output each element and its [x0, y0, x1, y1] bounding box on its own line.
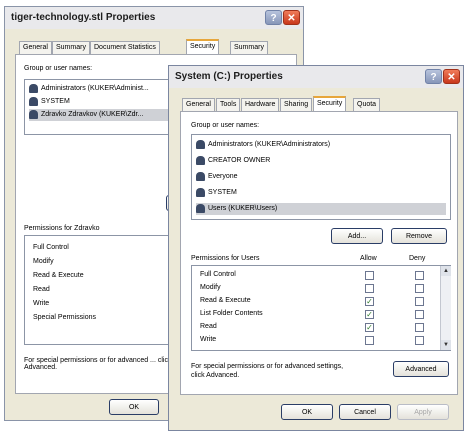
back-tab-security[interactable]: Security [186, 39, 220, 54]
back-permission-name: Special Permissions [33, 314, 97, 321]
front-title-bar[interactable]: System (C:) Properties ? ✕ [169, 66, 463, 88]
deny-checkbox-modify[interactable] [415, 284, 424, 293]
permission-name: Read [200, 323, 217, 330]
deny-checkbox-list-folder[interactable] [415, 310, 424, 319]
advanced-note-line2: click Advanced. [191, 372, 240, 379]
back-user-name: Administrators (KUKER\Administ... [41, 85, 149, 92]
deny-checkbox-read[interactable] [415, 323, 424, 332]
allow-checkbox-write[interactable] [365, 336, 374, 345]
list-item[interactable]: CREATOR OWNER [196, 155, 446, 167]
permission-name: Full Control [200, 271, 236, 278]
back-ok-button[interactable]: OK [109, 399, 159, 415]
front-user-name: Users (KUKER\Users) [208, 205, 278, 212]
front-window-title: System (C:) Properties [175, 71, 283, 82]
deny-checkbox-full-control[interactable] [415, 271, 424, 280]
permission-name: Read & Execute [200, 297, 251, 304]
front-user-name: SYSTEM [208, 189, 237, 196]
front-user-name: Everyone [208, 173, 238, 180]
back-permission-name: Full Control [33, 244, 69, 251]
permission-name: List Folder Contents [200, 310, 263, 317]
advanced-button[interactable]: Advanced [393, 361, 449, 377]
front-users-list[interactable]: Administrators (KUKER\Administrators) CR… [191, 134, 451, 220]
back-permissions-label: Permissions for Zdravko [24, 225, 100, 232]
back-advanced-note: For special permissions or for advanced … [24, 357, 172, 371]
front-tab-tools[interactable]: Tools [216, 98, 241, 111]
cancel-button[interactable]: Cancel [339, 404, 391, 420]
ok-button[interactable]: OK [281, 404, 333, 420]
add-button[interactable]: Add... [331, 228, 383, 244]
back-title-bar[interactable]: tiger-technology.stl Properties ? ✕ [5, 7, 303, 29]
front-close-button[interactable]: ✕ [443, 69, 460, 84]
allow-column-header: Allow [360, 255, 377, 262]
remove-button[interactable]: Remove [391, 228, 447, 244]
back-tab-summary[interactable]: Summary [52, 41, 90, 54]
front-help-button[interactable]: ? [425, 69, 442, 84]
front-tab-general[interactable]: General [182, 98, 215, 111]
user-icon [29, 109, 38, 119]
front-tab-hardware[interactable]: Hardware [241, 98, 280, 111]
front-tab-quota[interactable]: Quota [353, 98, 381, 111]
advanced-note-line1: For special permissions or for advanced … [191, 363, 344, 370]
allow-checkbox-read[interactable]: ✓ [365, 323, 374, 332]
group-icon [196, 155, 205, 165]
front-tab-sharing[interactable]: Sharing [280, 98, 313, 111]
deny-column-header: Deny [409, 255, 426, 262]
back-permission-name: Read [33, 286, 50, 293]
group-icon [196, 171, 205, 181]
front-user-name: Administrators (KUKER\Administrators) [208, 141, 331, 148]
deny-checkbox-write[interactable] [415, 336, 424, 345]
group-icon [196, 187, 205, 197]
back-tab-general[interactable]: General [19, 41, 52, 54]
group-icon [29, 96, 38, 106]
back-permission-name: Read & Execute [33, 272, 84, 279]
back-user-name: SYSTEM [41, 98, 70, 105]
allow-checkbox-read-execute[interactable]: ✓ [365, 297, 374, 306]
list-item[interactable]: Everyone [196, 171, 446, 183]
back-close-button[interactable]: ✕ [283, 10, 300, 25]
list-item[interactable]: SYSTEM [196, 187, 446, 199]
group-icon [29, 83, 38, 93]
back-permission-name: Modify [33, 258, 54, 265]
permission-name: Modify [200, 284, 221, 291]
apply-button[interactable]: Apply [397, 404, 449, 420]
group-icon [196, 203, 205, 213]
front-permissions-list: Full Control Modify Read & Execute List … [191, 265, 451, 351]
list-item[interactable]: Users (KUKER\Users) [196, 203, 446, 215]
front-security-panel: Group or user names: Administrators (KUK… [180, 111, 458, 395]
list-item[interactable]: Administrators (KUKER\Administrators) [196, 139, 446, 151]
front-permissions-label: Permissions for Users [191, 255, 260, 262]
allow-checkbox-full-control[interactable] [365, 271, 374, 280]
scroll-up-icon[interactable]: ▲ [441, 266, 451, 276]
back-window-title: tiger-technology.stl Properties [11, 12, 156, 23]
group-icon [196, 139, 205, 149]
back-permission-name: Write [33, 300, 50, 307]
front-properties-window: System (C:) Properties ? ✕ General Tools… [168, 65, 464, 431]
front-user-name: CREATOR OWNER [208, 157, 271, 164]
back-user-name: Zdravko Zdravkov (KUKER\Zdr... [41, 111, 144, 118]
permission-name: Write [200, 336, 217, 343]
back-tab-document-statistics[interactable]: Document Statistics [90, 41, 160, 54]
permissions-scrollbar[interactable]: ▲ ▼ [440, 266, 451, 350]
allow-checkbox-modify[interactable] [365, 284, 374, 293]
front-tab-security[interactable]: Security [313, 96, 347, 111]
scroll-down-icon[interactable]: ▼ [441, 340, 451, 350]
allow-checkbox-list-folder[interactable]: ✓ [365, 310, 374, 319]
deny-checkbox-read-execute[interactable] [415, 297, 424, 306]
front-group-label: Group or user names: [191, 122, 260, 129]
back-tab-summary-2[interactable]: Summary [230, 41, 268, 54]
back-help-button[interactable]: ? [265, 10, 282, 25]
back-group-label: Group or user names: [24, 65, 93, 72]
